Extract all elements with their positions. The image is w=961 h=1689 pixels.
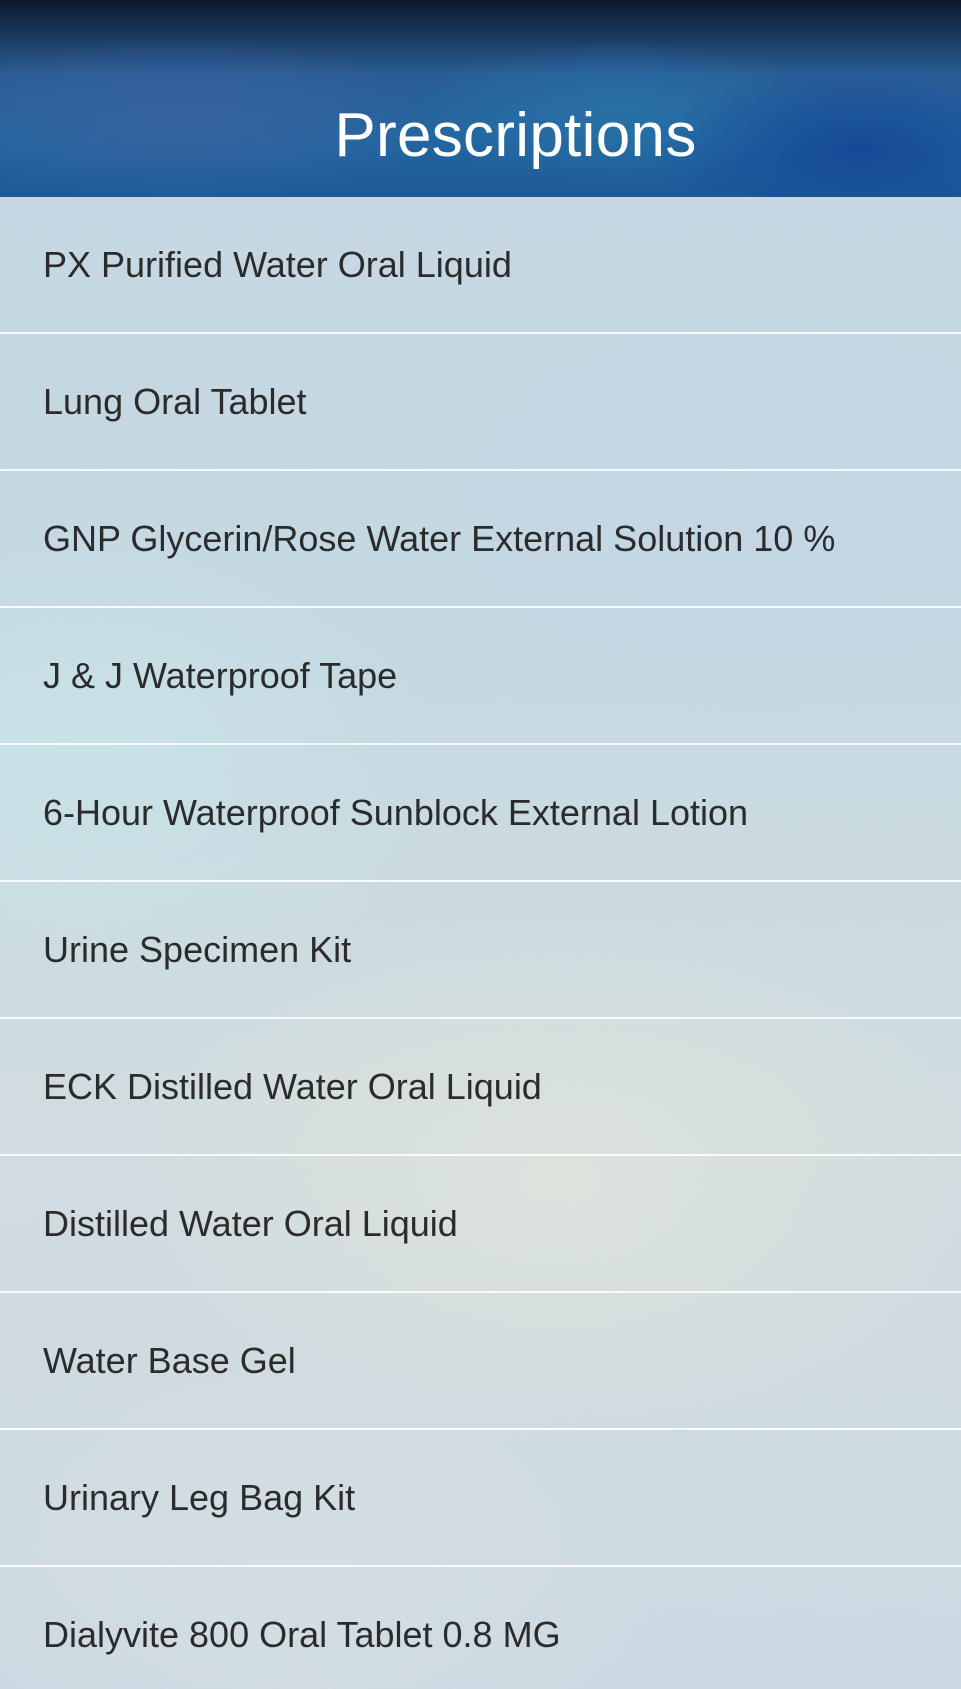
list-item-label: ECK Distilled Water Oral Liquid [43, 1065, 542, 1107]
list-item-label: 6-Hour Waterproof Sunblock External Loti… [43, 791, 749, 833]
list-item-label: Water Base Gel [43, 1339, 296, 1381]
list-item[interactable]: PX Purified Water Oral Liquid [0, 197, 961, 334]
list-item-label: Distilled Water Oral Liquid [43, 1202, 458, 1244]
list-item-label: Urine Specimen Kit [43, 928, 352, 970]
list-item-label: Urinary Leg Bag Kit [43, 1476, 356, 1518]
list-item-label: Lung Oral Tablet [43, 380, 307, 422]
list-item[interactable]: Urinary Leg Bag Kit [0, 1430, 961, 1567]
list-item-label: J & J Waterproof Tape [43, 654, 398, 696]
page-title: Prescriptions [334, 101, 697, 170]
app-header: Prescriptions [0, 0, 961, 197]
list-item[interactable]: GNP Glycerin/Rose Water External Solutio… [0, 471, 961, 608]
prescription-list: PX Purified Water Oral Liquid Lung Oral … [0, 197, 961, 1689]
list-item[interactable]: 6-Hour Waterproof Sunblock External Loti… [0, 745, 961, 882]
list-item[interactable]: Water Base Gel [0, 1293, 961, 1430]
list-item[interactable]: J & J Waterproof Tape [0, 608, 961, 745]
list-item[interactable]: ECK Distilled Water Oral Liquid [0, 1019, 961, 1156]
list-item-label: GNP Glycerin/Rose Water External Solutio… [43, 517, 836, 559]
list-item[interactable]: Dialyvite 800 Oral Tablet 0.8 MG [0, 1567, 961, 1689]
list-item[interactable]: Distilled Water Oral Liquid [0, 1156, 961, 1293]
list-item[interactable]: Urine Specimen Kit [0, 882, 961, 1019]
list-item-label: PX Purified Water Oral Liquid [43, 243, 512, 285]
list-item[interactable]: Lung Oral Tablet [0, 334, 961, 471]
list-item-label: Dialyvite 800 Oral Tablet 0.8 MG [43, 1613, 561, 1655]
